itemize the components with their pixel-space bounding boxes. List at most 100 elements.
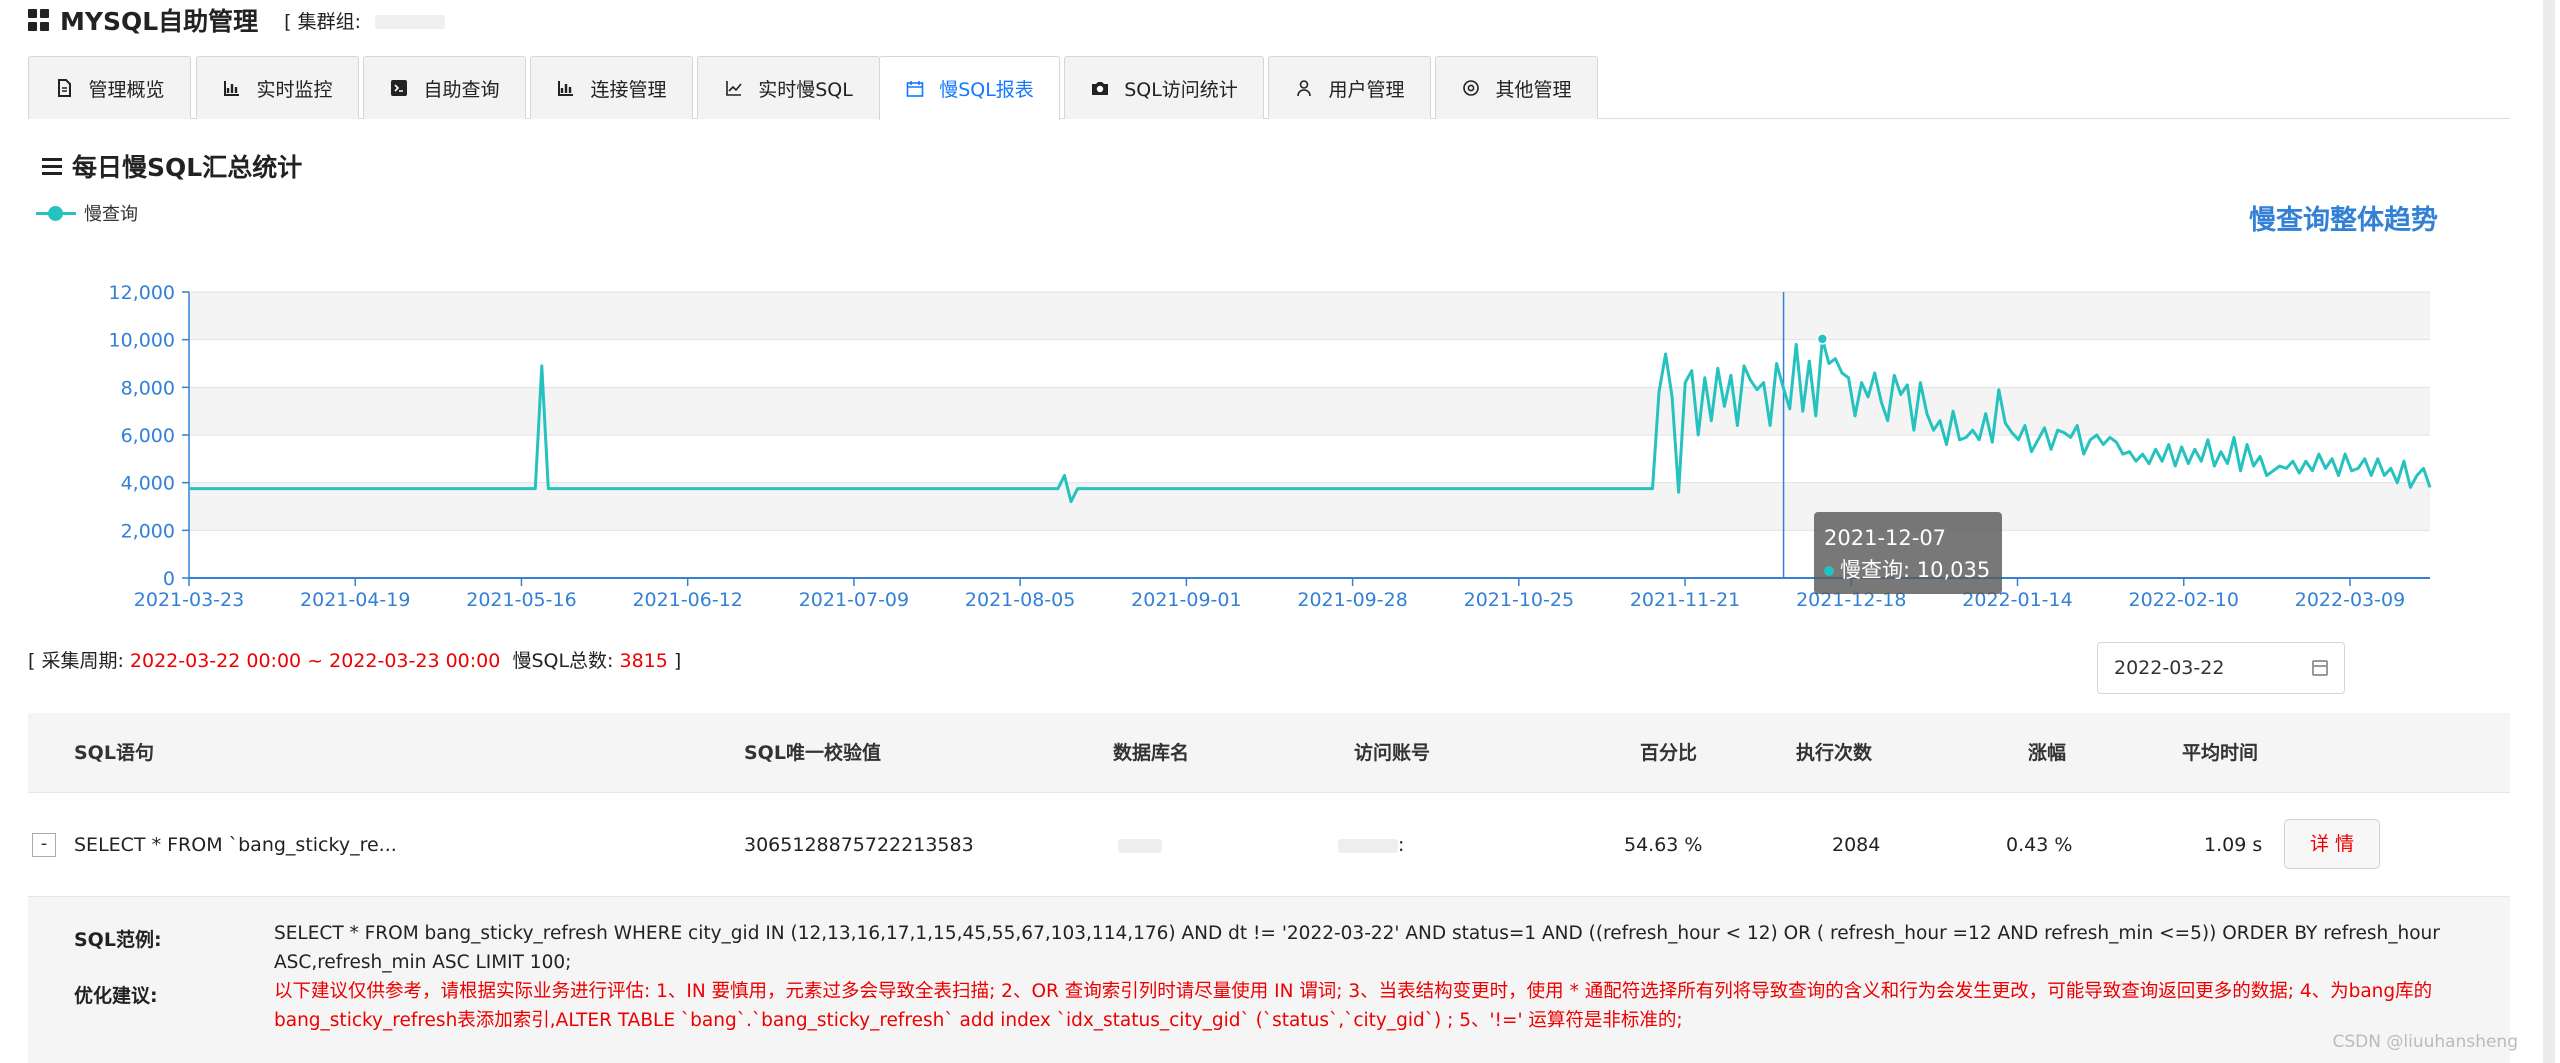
- x-tick-label: 2021-09-28: [1297, 589, 1407, 611]
- tab-label: 慢SQL报表: [939, 79, 1034, 101]
- grid-band: [189, 387, 2430, 435]
- section-title-text: 每日慢SQL汇总统计: [72, 153, 303, 182]
- legend-marker-icon: [36, 203, 76, 223]
- tab-label: 实时慢SQL: [758, 78, 853, 101]
- access-account: :: [1338, 793, 1404, 897]
- total-count: 3815: [619, 650, 668, 672]
- settings-icon: [1463, 80, 1480, 96]
- camera-icon: [1092, 82, 1109, 95]
- advice-label: 优化建议:: [74, 985, 158, 1007]
- tab-label: 其他管理: [1495, 78, 1572, 101]
- chart-title: 慢查询整体趋势: [2249, 205, 2438, 236]
- chart-legend[interactable]: 慢查询: [36, 200, 138, 226]
- watermark: CSDN @liuuhansheng: [2332, 1032, 2519, 1052]
- sql-statement: SELECT * FROM `bang_sticky_re...: [74, 834, 397, 856]
- tooltip-value: 慢查询: 10,035: [1840, 558, 1991, 582]
- growth-value: 0.43 %: [2006, 834, 2073, 856]
- tab-connection-mgmt[interactable]: 连接管理: [530, 56, 693, 119]
- list-icon: [42, 157, 62, 175]
- sql-example-label: SQL范例:: [74, 929, 162, 951]
- tab-label: 连接管理: [590, 78, 667, 101]
- header-percent: 百分比: [1640, 742, 1698, 764]
- detail-button[interactable]: 详 情: [2284, 819, 2380, 869]
- exec-count-value: 2084: [1832, 834, 1881, 856]
- tab-label: SQL访问统计: [1124, 78, 1238, 101]
- line-chart-icon: [726, 81, 742, 96]
- calendar-icon: [2312, 660, 2328, 676]
- header-checksum: SQL唯一校验值: [744, 742, 881, 764]
- x-tick-label: 2022-02-10: [2129, 589, 2239, 611]
- tooltip-value-row: 慢查询: 10,035: [1824, 554, 1992, 586]
- slow-query-trend-chart[interactable]: 0 2,000 4,000 6,000 8,000 10,000 12,000 2021-03…: [0, 270, 2460, 630]
- tab-realtime-monitor[interactable]: 实时监控: [196, 56, 359, 119]
- x-tick-label: 2021-10-25: [1464, 589, 1574, 611]
- header-exec-count: 执行次数: [1796, 742, 1873, 764]
- collapse-button[interactable]: -: [32, 833, 56, 857]
- section-title: 每日慢SQL汇总统计: [42, 148, 302, 184]
- y-tick-label: 2,000: [121, 520, 175, 542]
- x-tick-label: 2021-05-16: [466, 589, 576, 611]
- period-range: 2022-03-22 00:00 ~ 2022-03-23 00:00: [129, 650, 501, 672]
- grid-icon: [28, 9, 50, 31]
- tab-label: 用户管理: [1328, 78, 1405, 101]
- highlight-point: [1816, 333, 1829, 345]
- chart-tooltip: 2021-12-07 慢查询: 10,035: [1814, 512, 2002, 594]
- redacted-value: [1338, 838, 1398, 853]
- date-picker[interactable]: 2022-03-22: [2097, 642, 2345, 694]
- file-icon: [58, 79, 72, 97]
- cluster-value: [375, 15, 446, 29]
- advice-text: 以下建议仅供参考，请根据实际业务进行评估: 1、IN 要慎用，元素过多会导致全表…: [274, 981, 2433, 1031]
- sql-example-text: SELECT * FROM bang_sticky_refresh WHERE …: [274, 923, 2440, 973]
- x-tick-label: 2021-11-21: [1630, 589, 1740, 611]
- x-tick-label: 2021-08-05: [965, 589, 1075, 611]
- grid-band: [189, 292, 2430, 340]
- tab-other-mgmt[interactable]: 其他管理: [1435, 56, 1598, 119]
- y-tick-label: 12,000: [109, 282, 175, 304]
- date-picker-value: 2022-03-22: [2114, 657, 2225, 679]
- y-tick-label: 0: [163, 568, 175, 590]
- collection-period: [ 采集周期: 2022-03-22 00:00 ~ 2022-03-23 00…: [28, 646, 681, 673]
- period-suffix: ]: [673, 650, 682, 672]
- page: MYSQL自助管理 [ 集群组: 管理概览 实时监控 自助查询 连接管理 实时慢…: [0, 0, 2560, 1063]
- y-tick-label: 8,000: [121, 377, 175, 399]
- tab-user-mgmt[interactable]: 用户管理: [1268, 56, 1431, 119]
- x-tick-label: 2021-06-12: [632, 589, 742, 611]
- tooltip-date: 2021-12-07: [1824, 526, 1947, 550]
- header-growth: 涨幅: [2028, 742, 2067, 764]
- table-header: SQL语句 SQL唯一校验值 数据库名 访问账号 百分比 执行次数 涨幅 平均时…: [28, 713, 2510, 793]
- page-scrollbar[interactable]: [2543, 0, 2555, 1063]
- cluster-label: [ 集群组:: [284, 7, 446, 34]
- tab-sql-access-stats[interactable]: SQL访问统计: [1064, 56, 1264, 119]
- avg-time-value: 1.09 s: [2204, 834, 2263, 856]
- x-tick-label: 2022-03-09: [2295, 589, 2405, 611]
- tab-realtime-slow-sql[interactable]: 实时慢SQL: [697, 56, 880, 119]
- tab-self-query[interactable]: 自助查询: [363, 56, 526, 119]
- bar-chart-icon: [224, 81, 240, 96]
- sql-checksum: 3065128875722213583: [744, 834, 974, 856]
- redacted-value: [1118, 838, 1162, 853]
- expanded-detail: SQL范例: SELECT * FROM bang_sticky_refresh…: [28, 897, 2510, 1063]
- header-sql: SQL语句: [74, 742, 154, 764]
- terminal-icon: [391, 80, 408, 96]
- x-tick-label: 2021-04-19: [300, 589, 410, 611]
- bar-chart-icon: [558, 81, 574, 96]
- header-database: 数据库名: [1113, 742, 1190, 764]
- header-avg-time: 平均时间: [2182, 742, 2259, 764]
- tab-bar: 管理概览 实时监控 自助查询 连接管理 实时慢SQL 慢SQL报表 SQL访问统…: [28, 56, 2510, 120]
- y-tick-label: 4,000: [121, 473, 175, 495]
- database-name: [1118, 793, 1162, 897]
- x-tick-label: 2021-09-01: [1131, 589, 1241, 611]
- y-tick-label: 6,000: [121, 425, 175, 447]
- percent-value: 54.63 %: [1624, 834, 1703, 856]
- table-row: - SELECT * FROM `bang_sticky_re... 30651…: [28, 793, 2510, 897]
- period-label: [ 采集周期:: [28, 650, 124, 672]
- tab-slow-sql-report[interactable]: 慢SQL报表: [879, 56, 1060, 120]
- tab-overview[interactable]: 管理概览: [28, 56, 191, 119]
- tab-label: 实时监控: [256, 78, 333, 101]
- tab-label: 自助查询: [423, 78, 500, 101]
- app-header: MYSQL自助管理 [ 集群组:: [28, 0, 446, 40]
- header-account: 访问账号: [1354, 742, 1431, 764]
- legend-label: 慢查询: [84, 204, 138, 225]
- tab-label: 管理概览: [88, 78, 165, 101]
- total-label: 慢SQL总数:: [512, 650, 614, 672]
